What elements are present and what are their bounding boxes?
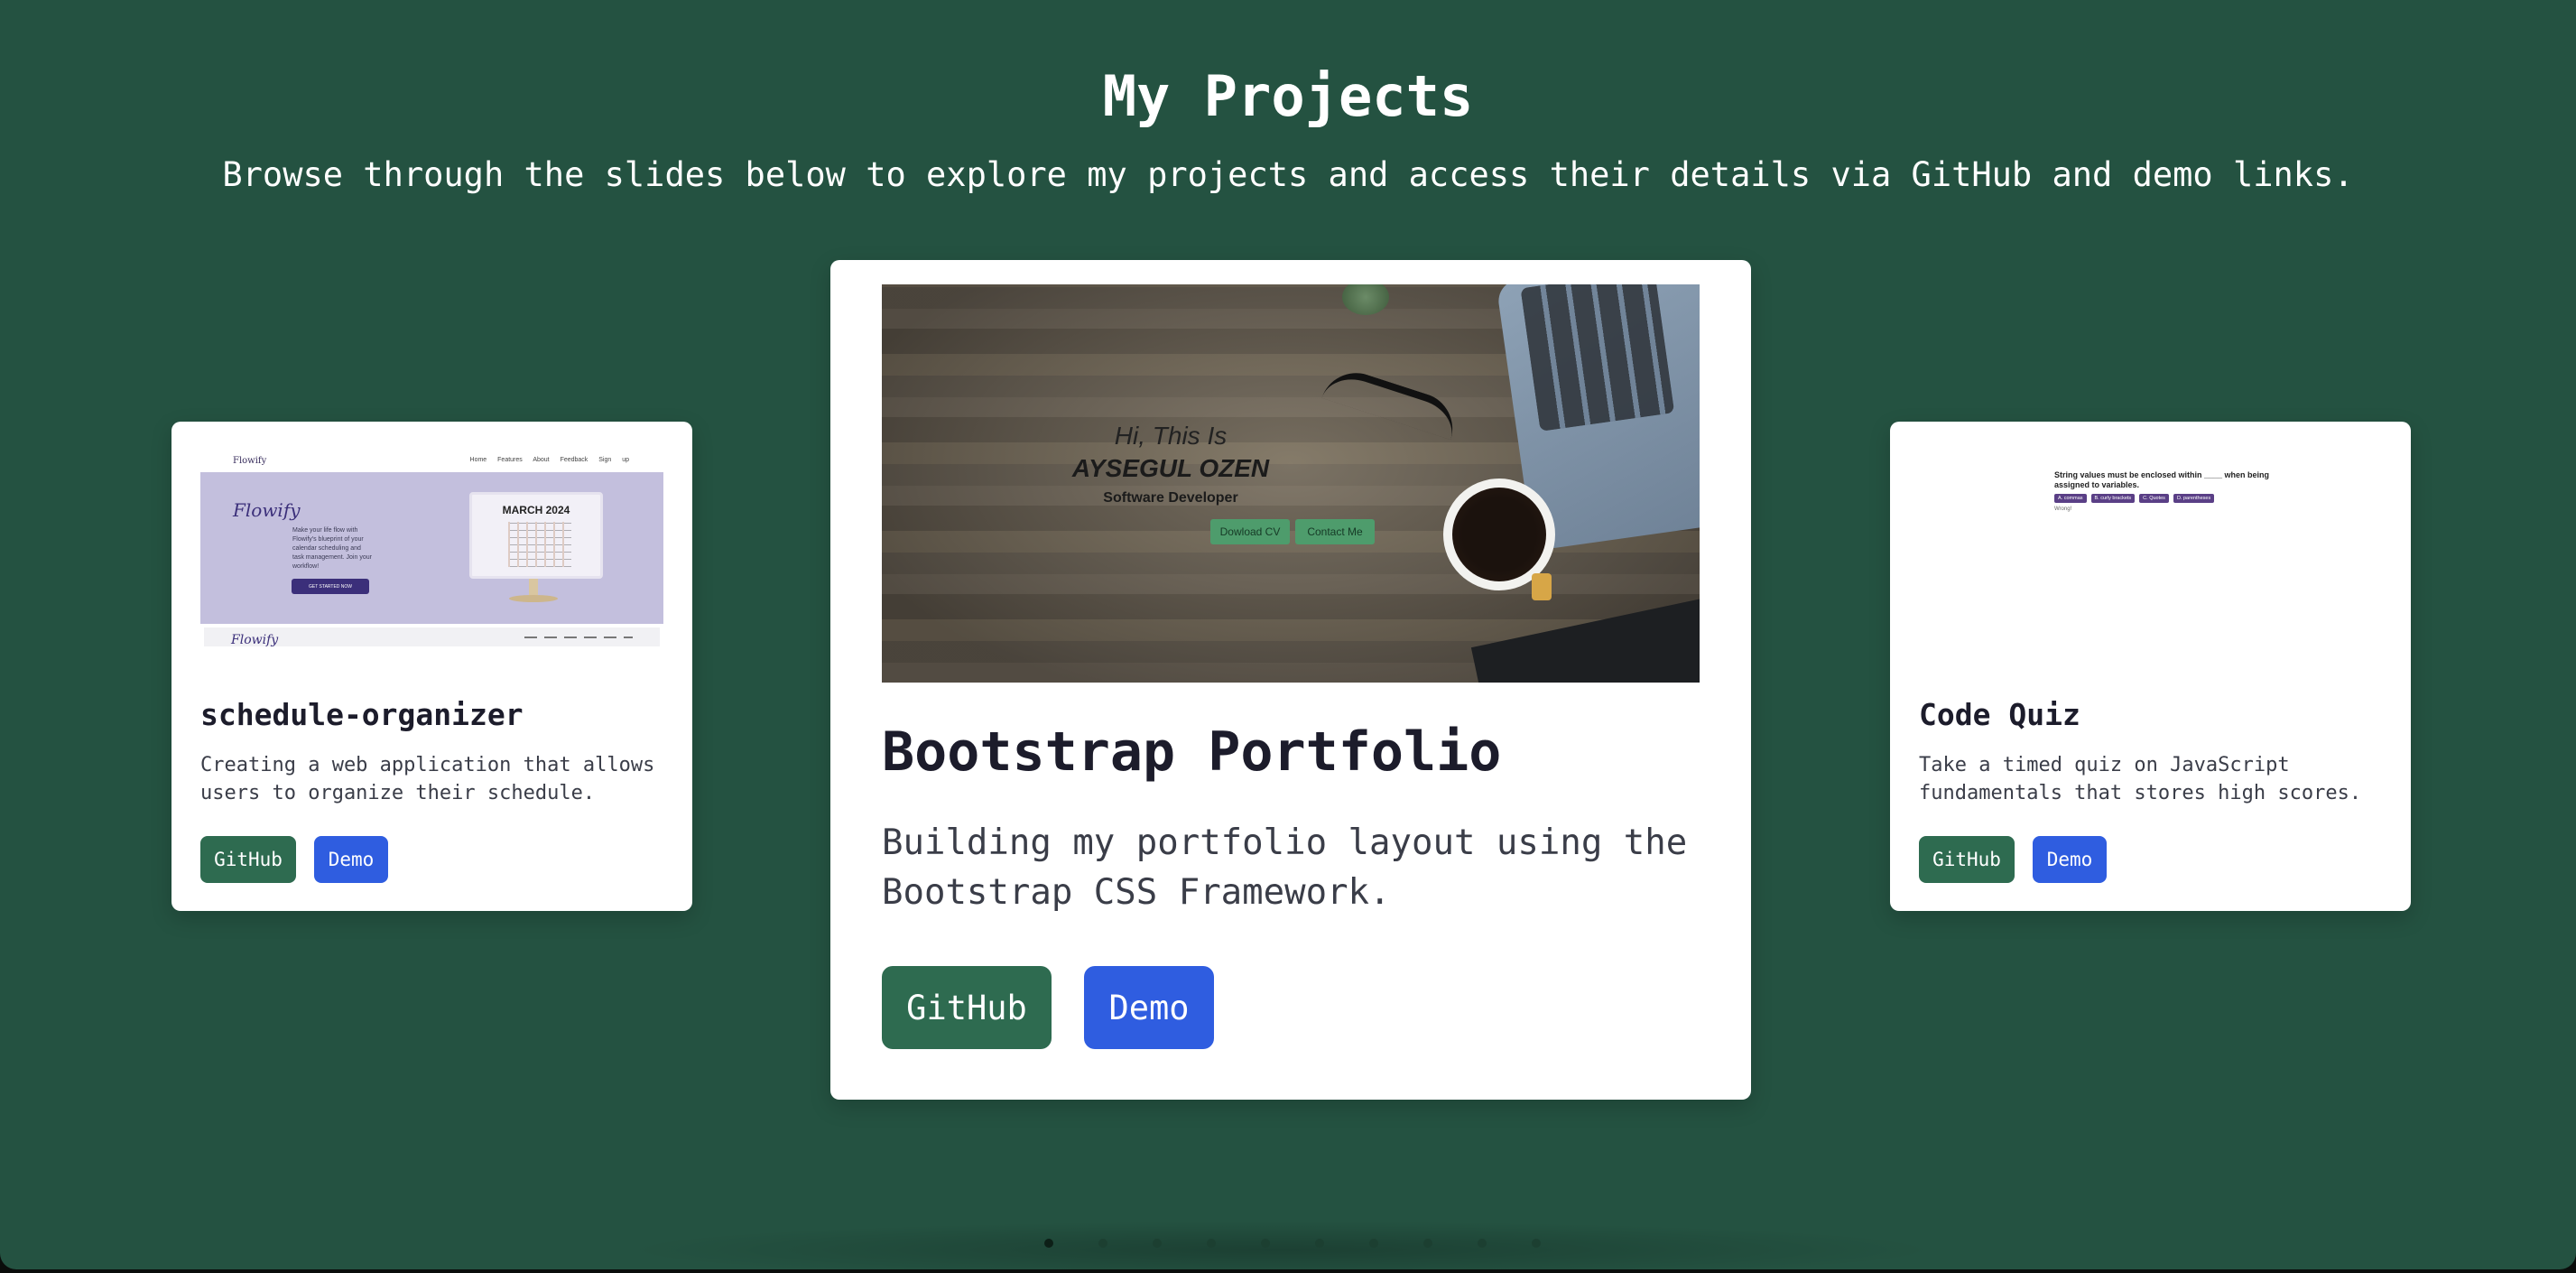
calendar-title: MARCH 2024: [502, 504, 570, 516]
thumb-cta: GET STARTED NOW: [292, 579, 369, 594]
demo-button[interactable]: Demo: [314, 836, 388, 883]
quiz-option: A. commas: [2054, 494, 2087, 503]
pagination-dot[interactable]: [1261, 1239, 1270, 1248]
project-title: schedule-organizer: [200, 697, 524, 732]
thumb-strip-links: [524, 636, 633, 638]
coffee-illustration: [1452, 488, 1546, 581]
project-card-code-quiz[interactable]: String values must be enclosed within __…: [1890, 422, 2411, 911]
calendar-illustration: MARCH 2024: [469, 492, 603, 579]
project-card-bootstrap-portfolio[interactable]: Hi, This Is AYSEGUL OZEN Software Develo…: [830, 260, 1751, 1100]
pagination-dot[interactable]: [1207, 1239, 1216, 1248]
pagination-dot[interactable]: [1369, 1239, 1378, 1248]
project-title: Code Quiz: [1919, 697, 2080, 732]
demo-button[interactable]: Demo: [1084, 966, 1214, 1049]
quiz-question: String values must be enclosed within __…: [2054, 470, 2270, 489]
calendar-base: [509, 595, 558, 602]
pagination-dot[interactable]: [1532, 1239, 1541, 1248]
pagination-dot[interactable]: [1423, 1239, 1432, 1248]
thumb-role: Software Developer: [1103, 490, 1238, 506]
thumb-nav-links: Home Features About Feedback Sign up: [469, 457, 629, 463]
quiz-option: D. parentheses: [2173, 494, 2215, 503]
thumb-hero: Flowify Make your life flow with Flowify…: [200, 472, 663, 624]
thumb-navbar: Flowify Home Features About Feedback Sig…: [200, 451, 663, 472]
project-description: Take a timed quiz on JavaScript fundamen…: [1919, 754, 2362, 804]
project-description: Creating a web application that allows u…: [200, 754, 655, 804]
project-screenshot: String values must be enclosed within __…: [1919, 451, 2382, 646]
pagination-dot[interactable]: [1478, 1239, 1487, 1248]
demo-button[interactable]: Demo: [2033, 836, 2107, 883]
project-description: Building my portfolio layout using the B…: [882, 822, 1688, 913]
thumb-logo: Flowify: [233, 456, 267, 466]
thumb-greeting: Hi, This Is: [1114, 422, 1228, 450]
project-screenshot: Flowify Home Features About Feedback Sig…: [200, 451, 663, 646]
thumb-download-cv: Dowload CV: [1210, 519, 1290, 544]
quiz-result: Wrong!: [2054, 506, 2072, 512]
carousel-pagination: [0, 1239, 2576, 1248]
project-title: Bootstrap Portfolio: [882, 720, 1502, 784]
github-button[interactable]: GitHub: [200, 836, 296, 883]
pagination-dot[interactable]: [1153, 1239, 1162, 1248]
page-subtitle: Browse through the slides below to explo…: [222, 155, 2354, 194]
pagination-dot[interactable]: [1315, 1239, 1324, 1248]
thumb-copy: Make your life flow with Flowify's bluep…: [292, 527, 372, 570]
projects-section: My Projects Browse through the slides be…: [0, 0, 2576, 1269]
github-button[interactable]: GitHub: [1919, 836, 2015, 883]
thumb-name: AYSEGUL OZEN: [1071, 454, 1270, 482]
thumb-strip: Flowify: [204, 627, 660, 646]
thumb-brand: Flowify: [233, 499, 301, 521]
github-button[interactable]: GitHub: [882, 966, 1052, 1049]
quiz-options: A. commas B. curly brackets C. Quotes D.…: [2054, 494, 2215, 503]
quiz-option: B. curly brackets: [2090, 494, 2136, 503]
project-card-schedule-organizer[interactable]: Flowify Home Features About Feedback Sig…: [171, 422, 692, 911]
thumb-contact-me: Contact Me: [1295, 519, 1375, 544]
pagination-dot[interactable]: [1044, 1239, 1053, 1248]
project-screenshot: Hi, This Is AYSEGUL OZEN Software Develo…: [882, 284, 1700, 683]
pagination-dot[interactable]: [1098, 1239, 1107, 1248]
calendar-grid: [508, 522, 571, 567]
spoon-illustration: [1532, 573, 1552, 600]
keyboard-illustration: [1520, 284, 1675, 432]
thumb-strip-logo: Flowify: [231, 633, 279, 646]
page-title: My Projects: [1102, 63, 1474, 129]
quiz-option: C. Quotes: [2139, 494, 2169, 503]
